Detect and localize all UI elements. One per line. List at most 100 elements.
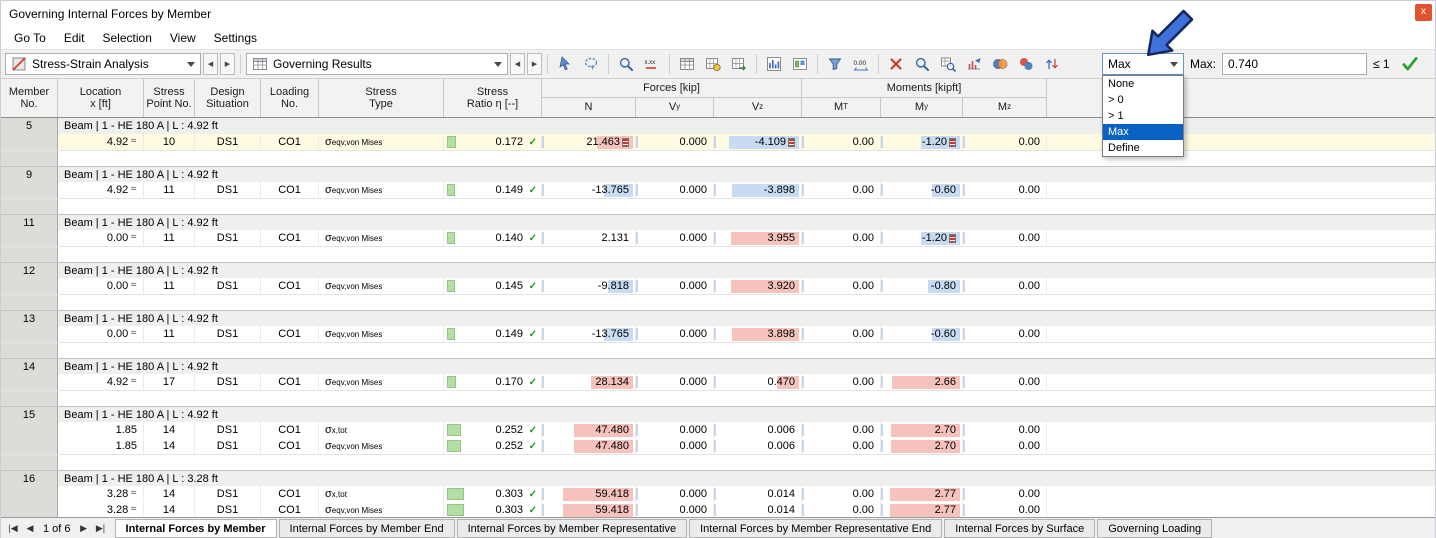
location-cell[interactable]: 0.00 ≍ — [58, 278, 144, 294]
vy-cell[interactable]: 0.000 — [636, 422, 714, 438]
stress-type-cell[interactable]: σ eqv,von Mises — [319, 326, 444, 342]
stress-type-cell[interactable]: σ eqv,von Mises — [319, 182, 444, 198]
stress-type-cell[interactable]: σ x,tot — [319, 486, 444, 502]
mz-cell[interactable]: 0.00 — [963, 278, 1047, 294]
numeric-values-icon[interactable]: x.xx — [640, 52, 664, 76]
member-group-header[interactable]: 16 Beam | 1 - HE 180 A | L : 3.28 ft — [1, 470, 1435, 486]
location-cell[interactable]: 0.00 ≍ — [58, 230, 144, 246]
member-group-header[interactable]: 9 Beam | 1 - HE 180 A | L : 4.92 ft — [1, 166, 1435, 182]
loading-cell[interactable]: CO1 — [261, 230, 319, 246]
result-relations-icon[interactable] — [962, 52, 986, 76]
next-page-button[interactable]: ▶ — [76, 523, 92, 534]
my-cell[interactable]: 2.66 — [881, 374, 963, 390]
mt-cell[interactable]: 0.00 — [802, 134, 881, 150]
vz-cell[interactable]: 0.014 — [714, 486, 802, 502]
tab-internal-forces-by-surface[interactable]: Internal Forces by Surface — [944, 519, 1096, 538]
stress-point-cell[interactable]: 14 — [144, 422, 195, 438]
member-group-header[interactable]: 5 Beam | 1 - HE 180 A | L : 4.92 ft — [1, 118, 1435, 134]
analysis-next-button[interactable]: ▶ — [220, 53, 235, 75]
stress-type-cell[interactable]: σ eqv,von Mises — [319, 374, 444, 390]
n-cell[interactable]: 21.463 — [542, 134, 636, 150]
color-scale-icon[interactable] — [988, 52, 1012, 76]
pointer-select-icon[interactable] — [553, 52, 577, 76]
tab-internal-forces-by-member-end[interactable]: Internal Forces by Member End — [278, 519, 455, 538]
tab-internal-forces-by-member-representative[interactable]: Internal Forces by Member Representative — [456, 519, 688, 538]
table-view-icon[interactable] — [675, 52, 699, 76]
member-colors-icon[interactable] — [1014, 52, 1038, 76]
stress-type-cell[interactable]: σ eqv,von Mises — [319, 502, 444, 517]
n-cell[interactable]: -9.818 — [542, 278, 636, 294]
vz-cell[interactable]: 0.006 — [714, 438, 802, 454]
loading-cell[interactable]: CO1 — [261, 422, 319, 438]
design-situation-cell[interactable]: DS1 — [195, 134, 261, 150]
mt-cell[interactable]: 0.00 — [802, 182, 881, 198]
analysis-type-dropdown[interactable]: Stress-Strain Analysis — [5, 53, 201, 75]
location-cell[interactable]: 3.28 ≍ — [58, 502, 144, 517]
vy-cell[interactable]: 0.000 — [636, 182, 714, 198]
stress-point-cell[interactable]: 14 — [144, 438, 195, 454]
my-cell[interactable]: 2.70 — [881, 438, 963, 454]
menu-go-to[interactable]: Go To — [5, 29, 55, 47]
mt-cell[interactable]: 0.00 — [802, 422, 881, 438]
n-cell[interactable]: -13.765 — [542, 326, 636, 342]
extreme-option-gt-0[interactable]: > 0 — [1103, 92, 1183, 108]
design-situation-cell[interactable]: DS1 — [195, 438, 261, 454]
my-cell[interactable]: -0.60 — [881, 182, 963, 198]
n-cell[interactable]: 2.131 — [542, 230, 636, 246]
mz-cell[interactable]: 0.00 — [963, 438, 1047, 454]
mz-cell[interactable]: 0.00 — [963, 326, 1047, 342]
loading-cell[interactable]: CO1 — [261, 182, 319, 198]
stress-type-cell[interactable]: σ eqv,von Mises — [319, 438, 444, 454]
location-cell[interactable]: 3.28 ≍ — [58, 486, 144, 502]
stress-ratio-cell[interactable]: 0.172 ✓ — [444, 134, 542, 150]
stress-ratio-cell[interactable]: 0.252 ✓ — [444, 438, 542, 454]
stress-type-cell[interactable]: σ eqv,von Mises — [319, 134, 444, 150]
menu-selection[interactable]: Selection — [94, 29, 161, 47]
location-cell[interactable]: 4.92 ≍ — [58, 134, 144, 150]
vz-cell[interactable]: 0.014 — [714, 502, 802, 517]
stress-point-cell[interactable]: 11 — [144, 278, 195, 294]
loading-cell[interactable]: CO1 — [261, 326, 319, 342]
loading-cell[interactable]: CO1 — [261, 374, 319, 390]
member-group-header[interactable]: 13 Beam | 1 - HE 180 A | L : 4.92 ft — [1, 310, 1435, 326]
search-icon[interactable] — [910, 52, 934, 76]
mt-cell[interactable]: 0.00 — [802, 502, 881, 517]
result-row[interactable]: 1.85 14 DS1 CO1 σ x,tot 0.252 ✓ 47.480 0.000 0.006… — [1, 422, 1435, 438]
vz-cell[interactable]: 0.470 — [714, 374, 802, 390]
stress-ratio-cell[interactable]: 0.303 ✓ — [444, 486, 542, 502]
stress-type-cell[interactable]: σ eqv,von Mises — [319, 230, 444, 246]
n-cell[interactable]: 47.480 — [542, 422, 636, 438]
tab-internal-forces-by-member-representative-end[interactable]: Internal Forces by Member Representative… — [689, 519, 943, 538]
loading-cell[interactable]: CO1 — [261, 438, 319, 454]
vz-cell[interactable]: -3.898 — [714, 182, 802, 198]
location-cell[interactable]: 4.92 ≍ — [58, 374, 144, 390]
location-cell[interactable]: 0.00 ≍ — [58, 326, 144, 342]
vy-cell[interactable]: 0.000 — [636, 486, 714, 502]
location-cell[interactable]: 1.85 — [58, 438, 144, 454]
location-cell[interactable]: 1.85 — [58, 422, 144, 438]
stress-ratio-cell[interactable]: 0.149 ✓ — [444, 182, 542, 198]
design-situation-cell[interactable]: DS1 — [195, 422, 261, 438]
first-page-button[interactable]: |◀ — [5, 523, 21, 534]
stress-point-cell[interactable]: 10 — [144, 134, 195, 150]
stress-point-cell[interactable]: 11 — [144, 326, 195, 342]
stress-ratio-cell[interactable]: 0.170 ✓ — [444, 374, 542, 390]
results-next-button[interactable]: ▶ — [527, 53, 542, 75]
max-value-input[interactable]: 0.740 — [1222, 53, 1368, 75]
loading-cell[interactable]: CO1 — [261, 278, 319, 294]
stress-ratio-cell[interactable]: 0.140 ✓ — [444, 230, 542, 246]
mz-cell[interactable]: 0.00 — [963, 422, 1047, 438]
extreme-option-define[interactable]: Define — [1103, 140, 1183, 156]
stress-point-cell[interactable]: 11 — [144, 182, 195, 198]
result-row[interactable]: 1.85 14 DS1 CO1 σ eqv,von Mises 0.252 ✓ 47.480 0.… — [1, 438, 1435, 454]
mz-cell[interactable]: 0.00 — [963, 134, 1047, 150]
sort-icon[interactable] — [1040, 52, 1064, 76]
n-cell[interactable]: 59.418 — [542, 486, 636, 502]
stress-ratio-cell[interactable]: 0.303 ✓ — [444, 502, 542, 517]
result-type-dropdown[interactable]: Governing Results — [246, 53, 508, 75]
tab-governing-loading[interactable]: Governing Loading — [1097, 519, 1213, 538]
n-cell[interactable]: 47.480 — [542, 438, 636, 454]
menu-settings[interactable]: Settings — [205, 29, 266, 47]
stress-point-cell[interactable]: 11 — [144, 230, 195, 246]
vy-cell[interactable]: 0.000 — [636, 134, 714, 150]
